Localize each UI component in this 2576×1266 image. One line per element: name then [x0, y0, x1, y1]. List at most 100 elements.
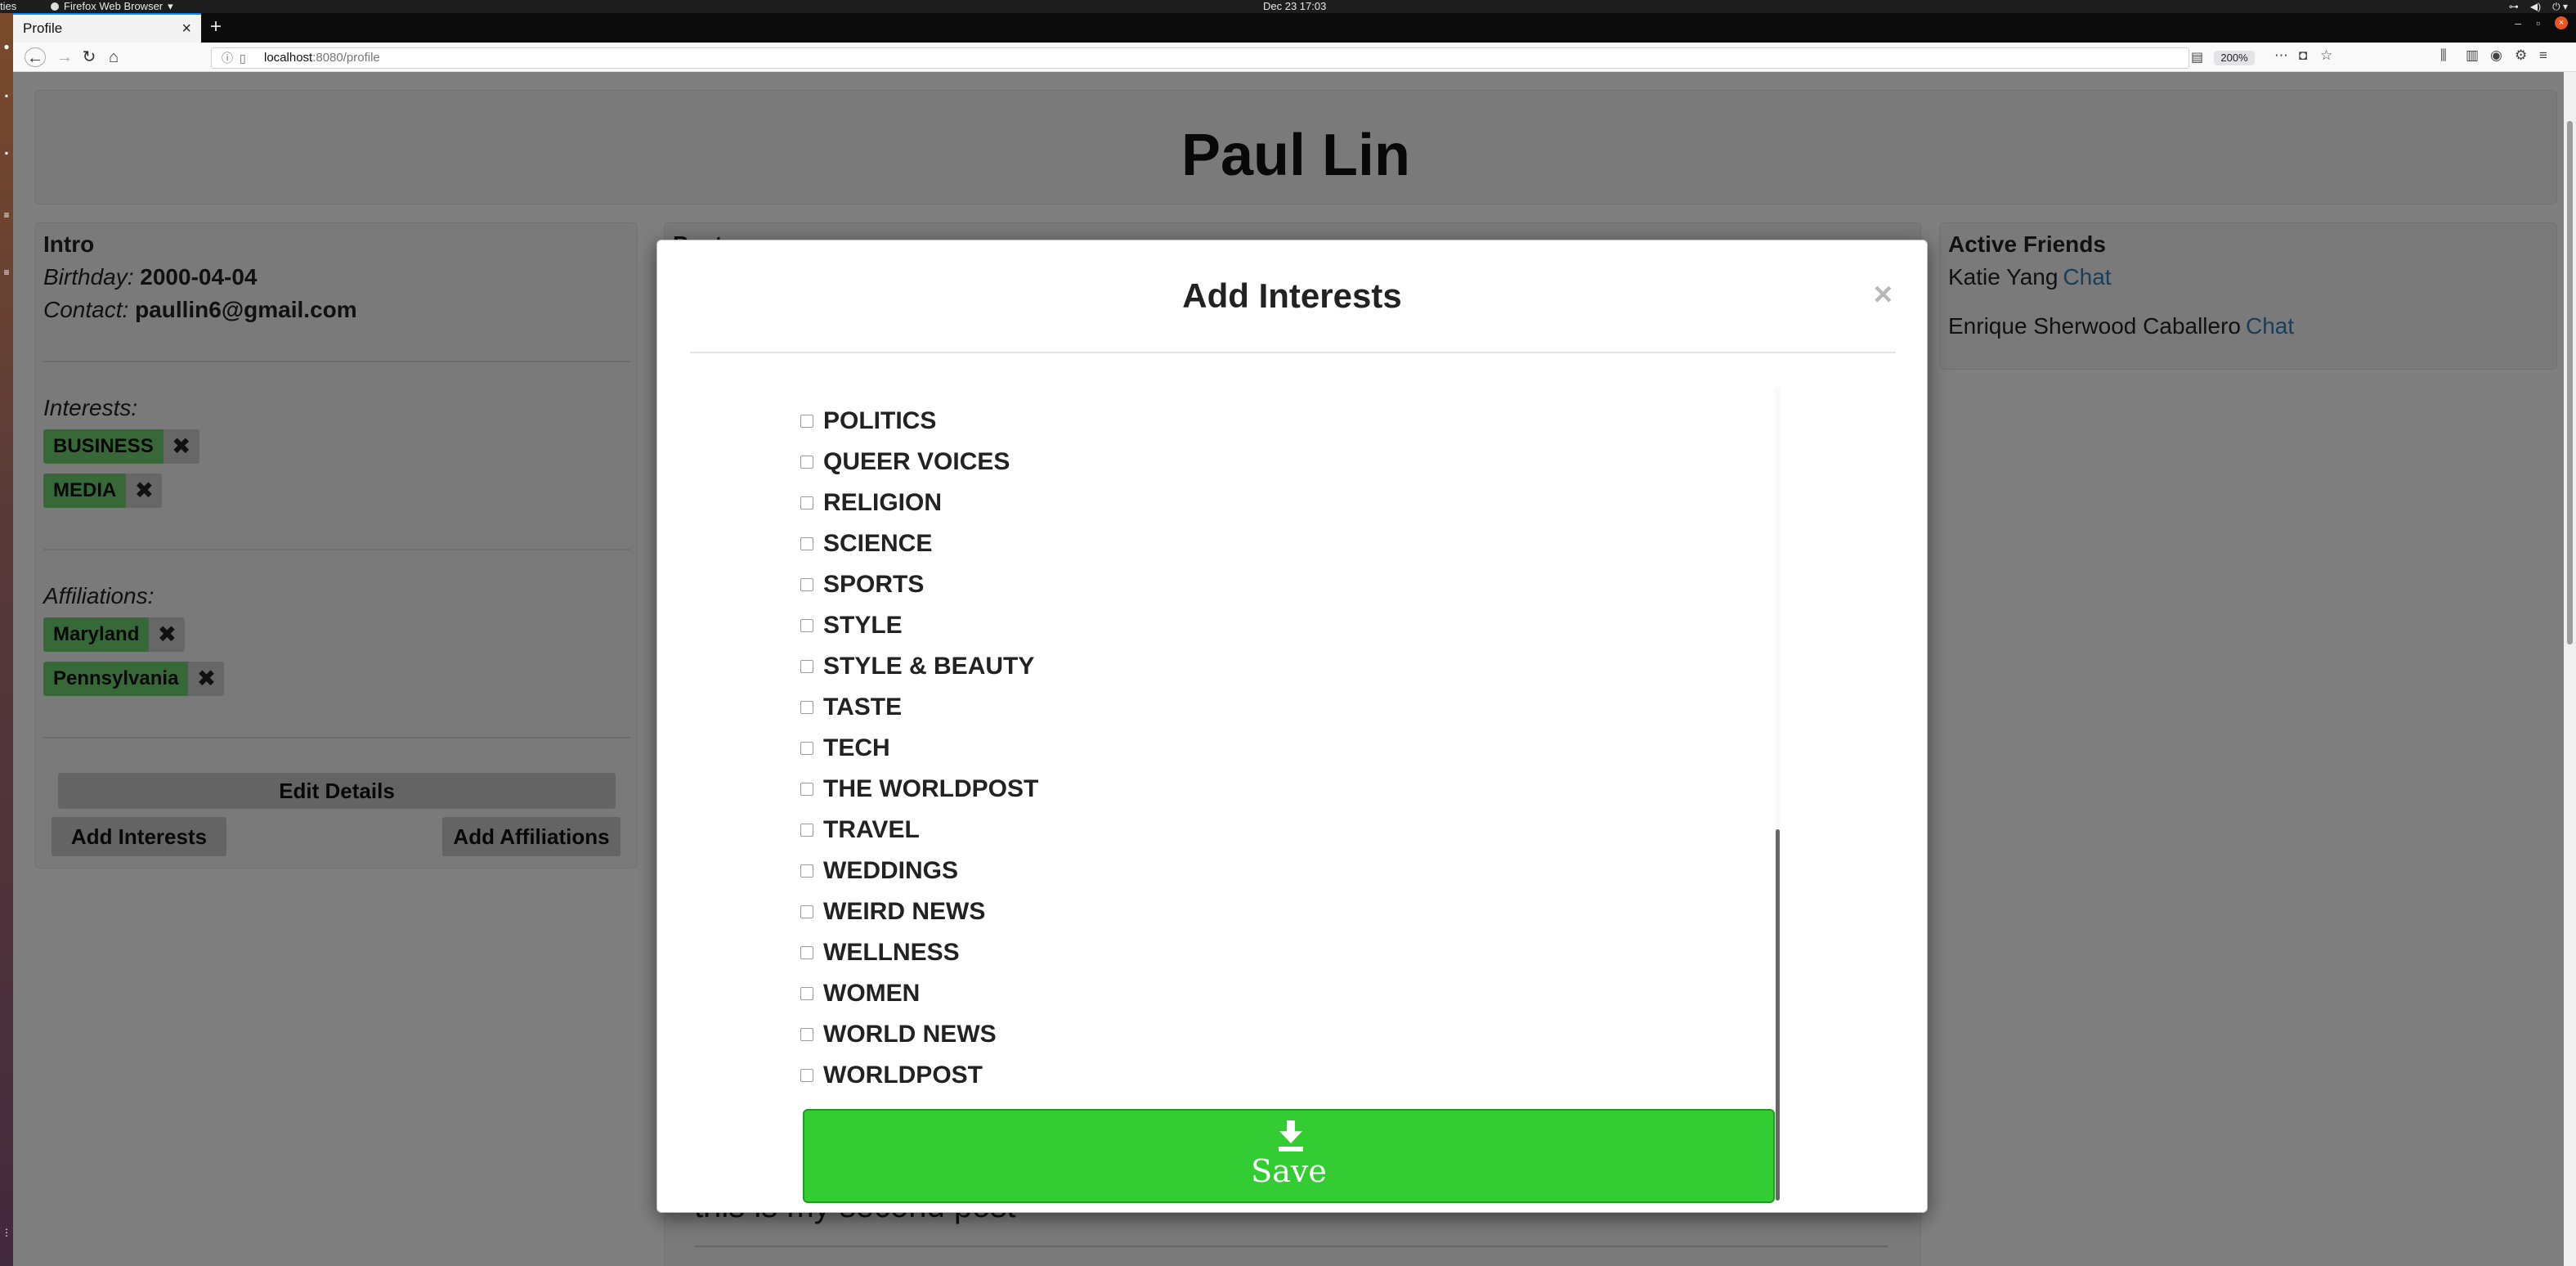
interest-checkbox[interactable]	[800, 496, 813, 510]
interest-option-label: STYLE & BEAUTY	[823, 653, 1035, 680]
interest-option[interactable]: STYLE & BEAUTY	[800, 646, 1038, 687]
interest-option[interactable]: QUEER VOICES	[800, 442, 1038, 483]
interest-option[interactable]: TRAVEL	[800, 810, 1038, 851]
interest-checkbox[interactable]	[800, 415, 813, 428]
account-icon[interactable]: ◉	[2490, 47, 2502, 64]
system-tray[interactable]: ⊶ ◀) ⏻ ▾	[2509, 0, 2568, 13]
page-actions-icon[interactable]: ⋯	[2274, 47, 2288, 64]
forward-arrow-icon[interactable]: →	[54, 47, 75, 67]
interest-option-label: SPORTS	[823, 571, 925, 598]
interest-checkbox[interactable]	[800, 1028, 813, 1041]
interest-checkbox[interactable]	[800, 537, 813, 550]
add-interests-modal: Add Interests × POLITICS QUEER VOICES RELI…	[656, 240, 1928, 1213]
sidebar-icon[interactable]: ▥	[2466, 47, 2479, 64]
clock[interactable]: Dec 23 17:03	[1263, 0, 1326, 13]
extensions-icon[interactable]: ⚙	[2515, 47, 2527, 64]
dock-app-icon[interactable]: ▪	[0, 144, 13, 162]
interest-option-label: RELIGION	[823, 489, 943, 516]
firefox-icon	[51, 2, 59, 11]
options-scrollbar-thumb[interactable]	[1776, 829, 1780, 1201]
modal-title: Add Interests	[1182, 276, 1402, 315]
close-window-icon[interactable]: ×	[2555, 16, 2568, 29]
interest-option[interactable]: THE WORLDPOST	[800, 769, 1038, 810]
dock-app-icon[interactable]: ≡	[0, 263, 13, 281]
save-button[interactable]: Save	[803, 1109, 1775, 1203]
interest-option[interactable]: RELIGION	[800, 483, 1038, 523]
interest-option[interactable]: SPORTS	[800, 564, 1038, 605]
interest-option-label: WEIRD NEWS	[823, 898, 986, 925]
interest-option-label: WOMEN	[823, 980, 921, 1007]
app-name: Firefox Web Browser	[64, 0, 164, 12]
interest-option[interactable]: WORLDPOST	[800, 1055, 1038, 1096]
interest-option-label: WORLDPOST	[823, 1062, 983, 1089]
volume-icon: ◀)	[2529, 1, 2542, 12]
dock-app-icon[interactable]: ●	[0, 38, 13, 56]
url-host: localhost	[264, 51, 313, 65]
interest-checkbox[interactable]	[800, 660, 813, 673]
url-path: :8080/profile	[312, 51, 380, 65]
new-tab-button[interactable]: +	[204, 13, 227, 43]
maximize-icon[interactable]: ▫	[2536, 16, 2540, 29]
interest-option[interactable]: WEIRD NEWS	[800, 891, 1038, 932]
dock-app-icon[interactable]: ≡	[0, 206, 13, 224]
library-icon[interactable]: ⫼	[2440, 47, 2447, 64]
url-bar[interactable]: ⓘ ▯ localhost:8080/profile	[211, 47, 2189, 69]
window-controls: – ▫ ×	[2515, 16, 2568, 29]
interest-option[interactable]: SCIENCE	[800, 523, 1038, 564]
tab-bar	[13, 13, 2576, 43]
power-icon: ⏻ ▾	[2552, 1, 2568, 12]
close-tab-icon[interactable]: ×	[181, 20, 191, 38]
interest-option[interactable]: STYLE	[800, 605, 1038, 646]
site-info-icon[interactable]: ⓘ	[222, 48, 233, 68]
menu-icon[interactable]: ≡	[2539, 47, 2547, 64]
back-arrow-icon[interactable]: ←	[25, 47, 46, 67]
interest-checkbox[interactable]	[800, 905, 813, 918]
zoom-level-badge[interactable]: 200%	[2214, 51, 2255, 65]
interest-option[interactable]: WORLD NEWS	[800, 1014, 1038, 1055]
minimize-icon[interactable]: –	[2515, 16, 2521, 29]
reader-view-icon[interactable]: ▤	[2191, 49, 2203, 65]
interest-checkbox[interactable]	[800, 619, 813, 632]
interest-option-label: POLITICS	[823, 407, 937, 434]
interest-option[interactable]: TASTE	[800, 687, 1038, 728]
interest-option-label: THE WORLDPOST	[823, 775, 1039, 802]
activities-label[interactable]: ties	[0, 0, 16, 13]
dock-app-icon[interactable]: ▪	[0, 87, 13, 105]
interest-option-label: TECH	[823, 734, 890, 761]
pocket-icon[interactable]: ◘	[2299, 47, 2307, 64]
page-scrollbar-thumb[interactable]	[2567, 121, 2573, 644]
interest-option[interactable]: WOMEN	[800, 973, 1038, 1014]
chevron-down-icon: ▾	[168, 0, 173, 12]
page-icon: ▯	[240, 52, 246, 65]
interest-checkbox[interactable]	[800, 864, 813, 878]
tab-profile[interactable]: Profile ×	[13, 13, 201, 43]
interest-checkbox[interactable]	[800, 783, 813, 796]
interest-option-label: WORLD NEWS	[823, 1021, 997, 1048]
home-icon[interactable]: ⌂	[103, 47, 124, 67]
interest-checkbox[interactable]	[800, 824, 813, 837]
interest-option-label: SCIENCE	[823, 530, 933, 557]
tab-title: Profile	[23, 20, 63, 36]
show-apps-icon[interactable]: ⋮	[0, 1223, 13, 1241]
interest-checkbox[interactable]	[800, 946, 813, 959]
interest-checkbox[interactable]	[800, 1069, 813, 1082]
interest-option[interactable]: WELLNESS	[800, 932, 1038, 973]
app-menu[interactable]: Firefox Web Browser ▾	[51, 0, 173, 13]
interest-checkbox[interactable]	[800, 701, 813, 714]
interest-checkbox[interactable]	[800, 987, 813, 1000]
reload-icon[interactable]: ↻	[78, 47, 100, 67]
interest-checkbox[interactable]	[800, 456, 813, 469]
interest-option[interactable]: POLITICS	[800, 401, 1038, 442]
network-icon: ⊶	[2508, 1, 2519, 12]
interest-checkbox[interactable]	[800, 742, 813, 755]
interest-option[interactable]: TECH	[800, 728, 1038, 769]
interest-option-label: WEDDINGS	[823, 857, 958, 884]
interest-options-list: POLITICS QUEER VOICES RELIGION SCIENCE SPORT…	[800, 401, 1038, 1096]
interest-option-label: TRAVEL	[823, 816, 920, 843]
bookmark-star-icon[interactable]: ☆	[2320, 47, 2332, 64]
interest-checkbox[interactable]	[800, 578, 813, 591]
interest-option-label: QUEER VOICES	[823, 448, 1010, 475]
interest-option[interactable]: WEDDINGS	[800, 851, 1038, 891]
page-scrollbar[interactable]	[2564, 72, 2576, 1266]
close-modal-icon[interactable]: ×	[1874, 278, 1893, 311]
